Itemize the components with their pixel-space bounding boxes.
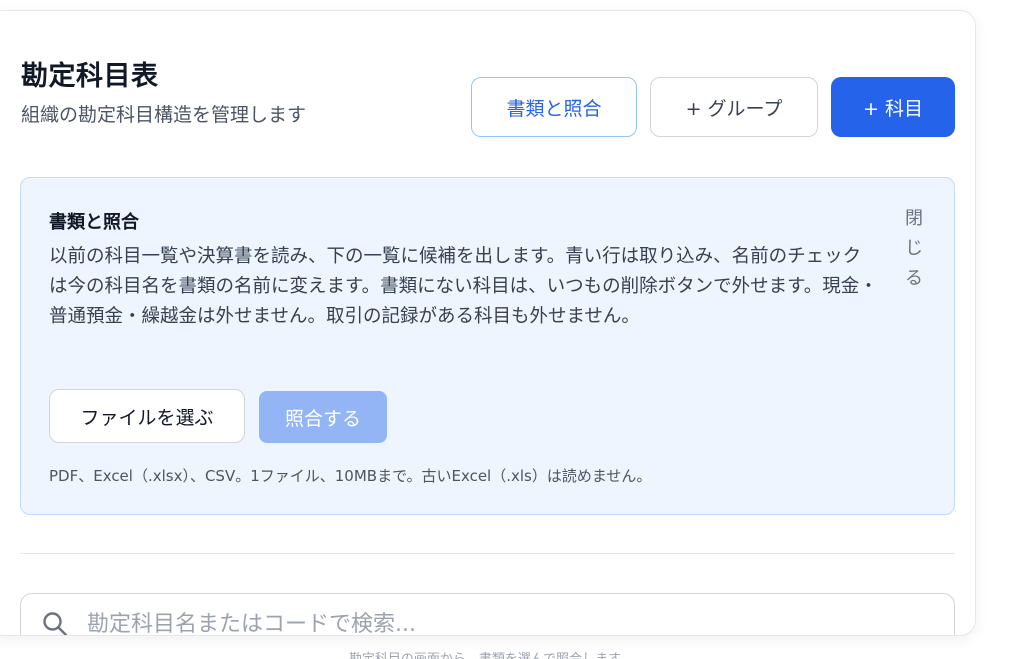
page-subtitle: 組織の勘定科目構造を管理します bbox=[21, 104, 307, 126]
match-panel-description: 以前の科目一覧や決算書を読み、下の一覧に候補を出します。青い行は取り込み、名前の… bbox=[49, 246, 878, 327]
search-icon bbox=[43, 612, 68, 635]
account-search[interactable] bbox=[20, 593, 955, 635]
match-panel: 書類と照合 閉じる 以前の科目一覧や決算書を読み、下の一覧に候補を出します。青い… bbox=[20, 177, 955, 515]
run-match-button[interactable]: 照合する bbox=[259, 391, 387, 443]
choose-file-button[interactable]: ファイルを選ぶ bbox=[49, 389, 245, 443]
add-group-button[interactable]: + グループ bbox=[650, 77, 818, 137]
match-panel-close-button[interactable]: 閉じる bbox=[901, 204, 927, 294]
search-input[interactable] bbox=[87, 604, 907, 635]
page-title: 勘定科目表 bbox=[21, 61, 159, 92]
file-requirements-note: PDF、Excel（.xlsx）、CSV。1ファイル、10MBまで。古いExce… bbox=[49, 467, 652, 485]
match-documents-button[interactable]: 書類と照合 bbox=[471, 77, 637, 137]
page-header: 勘定科目表 組織の勘定科目構造を管理します bbox=[21, 59, 306, 129]
section-divider bbox=[20, 553, 955, 554]
chart-of-accounts-card: 勘定科目表 組織の勘定科目構造を管理します 書類と照合 + グループ + 科目 … bbox=[0, 10, 976, 636]
match-panel-title: 書類と照合 bbox=[49, 212, 139, 233]
add-account-button[interactable]: + 科目 bbox=[831, 77, 955, 137]
screenshot-caption: 勘定科目の画面から、書類を選んで照合します bbox=[0, 648, 970, 659]
